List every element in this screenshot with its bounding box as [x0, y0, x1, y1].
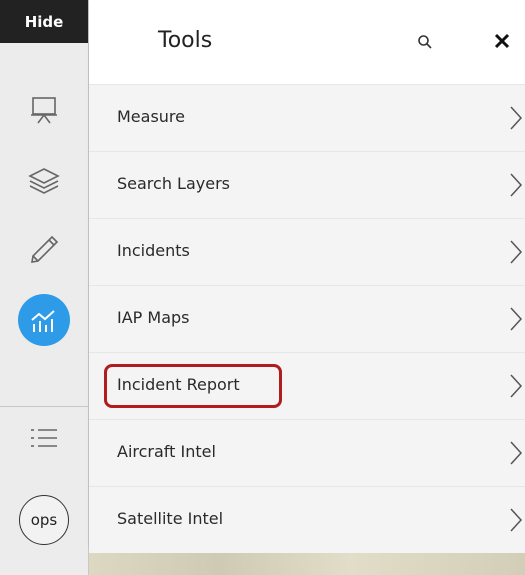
layers-button[interactable]: [0, 150, 88, 210]
tools-button[interactable]: [0, 290, 88, 350]
tool-label: Incidents: [117, 241, 190, 260]
presentation-button[interactable]: [0, 80, 88, 140]
tool-incidents[interactable]: Incidents: [89, 218, 525, 285]
tool-satellite-intel[interactable]: Satellite Intel: [89, 486, 525, 553]
search-icon[interactable]: [417, 34, 433, 54]
list-button[interactable]: [0, 408, 88, 468]
tool-aircraft-intel[interactable]: Aircraft Intel: [89, 419, 525, 486]
tools-panel: Tools Measure Search Layers Incidents IA…: [89, 0, 525, 553]
pencil-icon: [28, 234, 60, 266]
chevron-right-icon: [509, 507, 523, 537]
close-icon[interactable]: [492, 29, 512, 57]
hide-button[interactable]: Hide: [0, 0, 88, 43]
ops-label: ops: [30, 511, 58, 529]
tool-incident-report[interactable]: Incident Report: [89, 352, 525, 419]
chevron-right-icon: [509, 306, 523, 336]
tools-list: Measure Search Layers Incidents IAP Maps: [89, 84, 525, 553]
chevron-right-icon: [509, 172, 523, 202]
draw-button[interactable]: [0, 220, 88, 280]
tool-iap-maps[interactable]: IAP Maps: [89, 285, 525, 352]
chart-trend-icon: [29, 307, 59, 333]
list-icon: [28, 423, 60, 453]
chevron-right-icon: [509, 105, 523, 135]
panel-header: Tools: [89, 0, 525, 84]
ops-badge: ops: [19, 495, 69, 545]
presentation-board-icon: [28, 94, 60, 126]
tool-label: IAP Maps: [117, 308, 190, 327]
layers-icon: [27, 164, 61, 196]
tool-label: Measure: [117, 107, 185, 126]
chevron-right-icon: [509, 239, 523, 269]
tool-label: Aircraft Intel: [117, 442, 216, 461]
tool-label: Incident Report: [117, 375, 240, 394]
tool-search-layers[interactable]: Search Layers: [89, 151, 525, 218]
ops-button[interactable]: ops: [0, 490, 88, 550]
chevron-right-icon: [509, 373, 523, 403]
tool-label: Search Layers: [117, 174, 230, 193]
side-toolbar: Hide ops: [0, 0, 89, 575]
toolbar-divider: [0, 406, 88, 407]
tools-active-indicator: [18, 294, 70, 346]
tool-label: Satellite Intel: [117, 509, 224, 528]
chevron-right-icon: [509, 440, 523, 470]
tool-measure[interactable]: Measure: [89, 84, 525, 151]
panel-title: Tools: [158, 28, 213, 53]
